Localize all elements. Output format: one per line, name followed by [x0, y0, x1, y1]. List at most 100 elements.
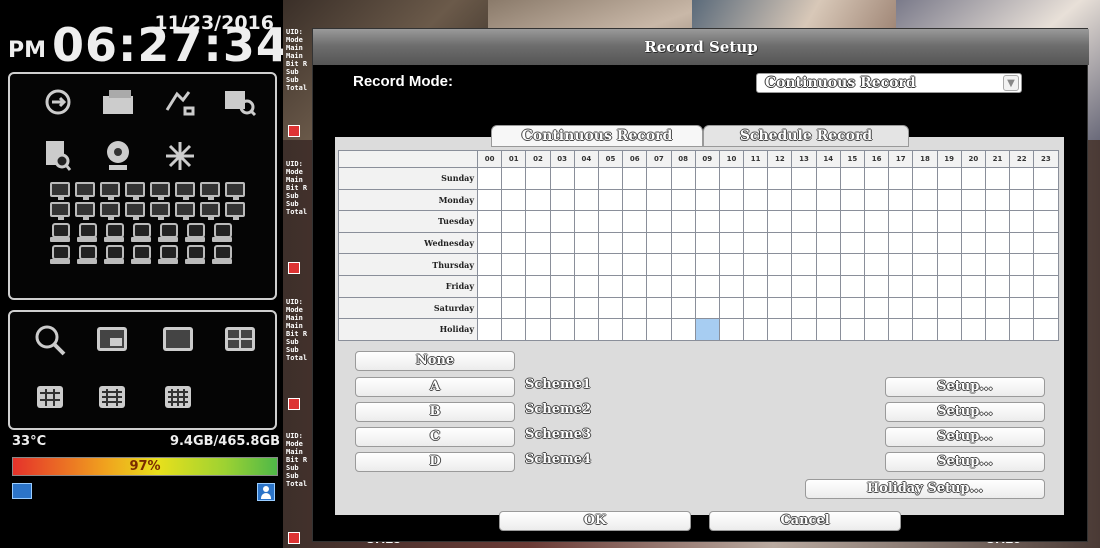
schedule-cell[interactable]	[646, 231, 672, 255]
schedule-cell[interactable]	[476, 253, 503, 276]
schedule-cell[interactable]	[718, 188, 745, 212]
schedule-cell[interactable]	[888, 231, 914, 255]
schedule-cell[interactable]	[670, 274, 696, 298]
quad-layout-icon[interactable]	[220, 320, 260, 360]
schedule-cell[interactable]	[888, 318, 914, 341]
camera-icon[interactable]	[185, 244, 205, 264]
schedule-cell[interactable]	[960, 210, 986, 233]
grid9-layout-icon[interactable]	[30, 378, 70, 418]
user-icon[interactable]	[257, 483, 275, 501]
schedule-cell[interactable]	[622, 253, 648, 276]
ok-button[interactable]: OK	[499, 511, 691, 531]
schedule-cell[interactable]	[622, 231, 648, 255]
camera-icon[interactable]	[50, 244, 70, 264]
schedule-cell[interactable]	[622, 274, 648, 298]
schedule-cell[interactable]	[476, 296, 503, 320]
schedule-cell[interactable]	[622, 296, 648, 320]
schedule-cell[interactable]	[622, 188, 648, 212]
schedule-cell[interactable]	[549, 167, 575, 190]
schedule-cell[interactable]	[888, 167, 914, 190]
schedule-cell[interactable]	[1033, 318, 1059, 341]
schedule-cell[interactable]	[573, 318, 599, 341]
monitor-icon[interactable]	[175, 182, 195, 200]
schedule-cell[interactable]	[863, 167, 890, 190]
schedule-cell[interactable]	[936, 167, 962, 190]
schedule-cell[interactable]	[1009, 167, 1035, 190]
camera-icon[interactable]	[131, 222, 151, 242]
schedule-cell[interactable]	[839, 296, 866, 320]
schedule-cell[interactable]	[743, 210, 769, 233]
schedule-cell[interactable]	[670, 210, 696, 233]
chevron-down-icon[interactable]: ▼	[1003, 75, 1019, 91]
schedule-cell[interactable]	[888, 274, 914, 298]
schedule-cell[interactable]	[597, 188, 624, 212]
camera-icon[interactable]	[77, 244, 97, 264]
scheme-b-button[interactable]: B	[355, 402, 515, 422]
schedule-cell[interactable]	[888, 253, 914, 276]
schedule-cell[interactable]	[984, 274, 1011, 298]
schedule-cell[interactable]	[1009, 231, 1035, 255]
schedule-cell[interactable]	[718, 253, 745, 276]
schedule-cell[interactable]	[718, 231, 745, 255]
schedule-cell[interactable]	[912, 188, 938, 212]
schedule-cell[interactable]	[597, 274, 624, 298]
schedule-cell[interactable]	[573, 210, 599, 233]
scheme-c-button[interactable]: C	[355, 427, 515, 447]
schedule-cell[interactable]	[476, 167, 503, 190]
schedule-cell[interactable]	[573, 296, 599, 320]
monitor-icon[interactable]	[50, 202, 70, 220]
schedule-cell[interactable]	[863, 253, 890, 276]
schedule-cell[interactable]	[743, 296, 769, 320]
schedule-cell[interactable]	[960, 318, 986, 341]
schedule-cell[interactable]	[525, 231, 551, 255]
schedule-cell[interactable]	[936, 318, 962, 341]
schedule-cell[interactable]	[718, 274, 745, 298]
monitor-icon[interactable]	[75, 202, 95, 220]
schedule-cell[interactable]	[936, 231, 962, 255]
tab-continuous-record[interactable]: Continuous Record	[491, 125, 703, 147]
camera-icon[interactable]	[212, 222, 232, 242]
schedule-cell[interactable]	[525, 296, 551, 320]
schedule-cell[interactable]	[646, 296, 672, 320]
webcam-icon[interactable]	[98, 136, 138, 176]
monitor-icon[interactable]	[200, 182, 220, 200]
camera-icon[interactable]	[185, 222, 205, 242]
schedule-cell[interactable]	[501, 253, 527, 276]
schedule-cell[interactable]	[1033, 210, 1059, 233]
ptz-hand-icon[interactable]	[160, 82, 200, 122]
camera-icon[interactable]	[104, 244, 124, 264]
schedule-cell[interactable]	[670, 318, 696, 341]
monitor-icon[interactable]	[175, 202, 195, 220]
schedule-cell[interactable]	[912, 210, 938, 233]
schedule-cell[interactable]	[694, 188, 720, 212]
single-layout-icon[interactable]	[158, 320, 198, 360]
schedule-cell[interactable]	[646, 318, 672, 341]
schedule-cell[interactable]	[1033, 253, 1059, 276]
schedule-cell[interactable]	[960, 296, 986, 320]
camera-icon[interactable]	[104, 222, 124, 242]
schedule-cell[interactable]	[767, 296, 793, 320]
schedule-cell[interactable]	[573, 167, 599, 190]
schedule-cell[interactable]	[573, 253, 599, 276]
schedule-cell[interactable]	[767, 274, 793, 298]
schedule-cell[interactable]	[743, 231, 769, 255]
monitor-icon[interactable]	[50, 182, 70, 200]
schedule-cell[interactable]	[888, 188, 914, 212]
schedule-cell[interactable]	[791, 274, 817, 298]
schedule-cell[interactable]	[573, 231, 599, 255]
schedule-cell[interactable]	[791, 210, 817, 233]
schedule-cell[interactable]	[646, 188, 672, 212]
schedule-cell[interactable]	[839, 231, 866, 255]
logout-icon[interactable]	[38, 82, 78, 122]
schedule-cell[interactable]	[960, 167, 986, 190]
schedule-cell[interactable]	[1009, 253, 1035, 276]
schedule-cell[interactable]	[815, 296, 841, 320]
schedule-cell[interactable]	[525, 210, 551, 233]
schedule-cell[interactable]	[839, 188, 866, 212]
schedule-cell[interactable]	[549, 253, 575, 276]
monitor-icon[interactable]	[200, 202, 220, 220]
scheme-1-setup-button[interactable]: Setup...	[885, 377, 1045, 397]
schedule-cell[interactable]	[936, 296, 962, 320]
schedule-cell[interactable]	[815, 231, 841, 255]
schedule-cell[interactable]	[767, 167, 793, 190]
